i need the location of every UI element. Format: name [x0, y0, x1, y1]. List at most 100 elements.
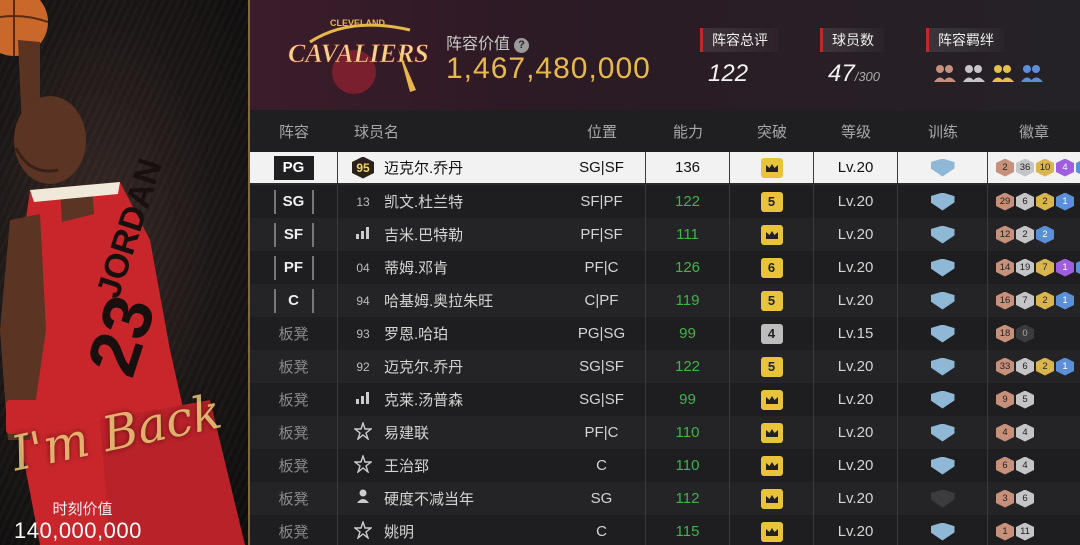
- table-row[interactable]: PF 04 蒂姆.邓肯 PF|C 126 6 Lv.20 14 19 7 1: [250, 251, 1080, 284]
- lineup-slot[interactable]: 板凳: [250, 416, 338, 449]
- badge-silver: 2: [1016, 225, 1034, 244]
- training-cell[interactable]: [898, 152, 988, 183]
- header-player-name[interactable]: 球员名: [338, 121, 558, 142]
- training-cell[interactable]: [898, 251, 988, 284]
- player-level: Lv.20: [814, 449, 898, 482]
- lineup-slot[interactable]: PG: [250, 152, 338, 183]
- training-cell[interactable]: [898, 515, 988, 545]
- header-position[interactable]: 位置: [558, 121, 646, 142]
- badge-silver: 6: [1016, 192, 1034, 211]
- table-row[interactable]: C 94 哈基姆.奥拉朱旺 C|PF 119 5 Lv.20 16 7 2 1: [250, 284, 1080, 317]
- lineup-slot[interactable]: 板凳: [250, 515, 338, 545]
- badges-cell[interactable]: 44: [988, 423, 1080, 442]
- table-row[interactable]: PG 95 迈克尔.乔丹 SG|SF 136 Lv.20 2 36 10 4: [250, 152, 1080, 185]
- lineup-slot[interactable]: C: [250, 284, 338, 317]
- badges-cell[interactable]: 16 7 2 1: [988, 291, 1080, 310]
- player-name-cell[interactable]: 94 哈基姆.奥拉朱旺: [338, 290, 558, 312]
- lineup-slot[interactable]: 板凳: [250, 350, 338, 383]
- training-cell[interactable]: [898, 449, 988, 482]
- badge-bronze: 6: [996, 456, 1014, 475]
- badges-cell[interactable]: 18 0: [988, 324, 1080, 343]
- training-cell[interactable]: [898, 383, 988, 416]
- badges-cell[interactable]: 14 19 7 1: [988, 258, 1080, 277]
- player-name-cell[interactable]: 吉米.巴特勒: [338, 224, 558, 246]
- bond-stat[interactable]: 阵容羁绊: [926, 28, 1045, 84]
- player-name-cell[interactable]: 93 罗恩.哈珀: [338, 323, 558, 345]
- breakthrough-cell[interactable]: [730, 482, 814, 515]
- player-name-cell[interactable]: 04 蒂姆.邓肯: [338, 257, 558, 279]
- badges-cell[interactable]: 29 6 2 1: [988, 192, 1080, 211]
- bond-silver-icon[interactable]: [961, 62, 987, 84]
- badges-cell[interactable]: 12 2 2: [988, 225, 1080, 244]
- bond-bronze-icon[interactable]: [932, 62, 958, 84]
- player-name-cell[interactable]: 13 凯文.杜兰特: [338, 191, 558, 213]
- player-card[interactable]: JORDAN 23 I'm Back 时刻价值 140,000,000: [0, 0, 250, 545]
- bond-icons[interactable]: [932, 62, 1045, 84]
- breakthrough-cell[interactable]: [730, 218, 814, 251]
- breakthrough-cell[interactable]: [730, 152, 814, 183]
- training-cell[interactable]: [898, 482, 988, 515]
- training-cell[interactable]: [898, 185, 988, 218]
- breakthrough-cell[interactable]: [730, 383, 814, 416]
- badges-cell[interactable]: 1 11: [988, 522, 1080, 541]
- badges-cell[interactable]: 64: [988, 456, 1080, 475]
- header-training[interactable]: 训练: [898, 121, 988, 142]
- table-row[interactable]: 板凳 92 迈克尔.乔丹 SG|SF 122 5 Lv.20 33 6 2 1: [250, 350, 1080, 383]
- training-cell[interactable]: [898, 218, 988, 251]
- crown-icon: [760, 422, 783, 443]
- badges-cell[interactable]: 36: [988, 489, 1080, 508]
- header-breakthrough[interactable]: 突破: [730, 121, 814, 142]
- lineup-slot[interactable]: SG: [250, 185, 338, 218]
- training-cell[interactable]: [898, 350, 988, 383]
- breakthrough-cell[interactable]: 4: [730, 317, 814, 350]
- lineup-slot[interactable]: 板凳: [250, 383, 338, 416]
- lineup-slot[interactable]: 板凳: [250, 317, 338, 350]
- breakthrough-cell[interactable]: 5: [730, 185, 814, 218]
- training-cell[interactable]: [898, 284, 988, 317]
- header-lineup[interactable]: 阵容: [250, 121, 338, 142]
- badges-cell[interactable]: 2 36 10 4: [988, 158, 1080, 177]
- bench-label: 板凳: [278, 458, 309, 475]
- bond-blue-icon[interactable]: [1019, 62, 1045, 84]
- training-cell[interactable]: [898, 416, 988, 449]
- breakthrough-cell[interactable]: [730, 515, 814, 545]
- lineup-slot[interactable]: 板凳: [250, 482, 338, 515]
- table-row[interactable]: 板凳 易建联 PF|C 110 Lv.20 4 4: [250, 416, 1080, 449]
- table-row[interactable]: 板凳 王治郅 C 110 Lv.20 6 4: [250, 449, 1080, 482]
- breakthrough-cell[interactable]: 6: [730, 251, 814, 284]
- badges-cell[interactable]: 95: [988, 390, 1080, 409]
- bond-gold-icon[interactable]: [990, 62, 1016, 84]
- table-row[interactable]: SF 吉米.巴特勒 PF|SF 111 Lv.20 12 2 2: [250, 218, 1080, 251]
- training-cell[interactable]: [898, 317, 988, 350]
- header-badges[interactable]: 徽章: [988, 121, 1080, 142]
- badges-cell[interactable]: 33 6 2 1: [988, 357, 1080, 376]
- crown-icon: [760, 389, 783, 410]
- breakthrough-cell[interactable]: [730, 449, 814, 482]
- header-level[interactable]: 等级: [814, 121, 898, 142]
- table-row[interactable]: 板凳 姚明 C 115 Lv.20 1 11: [250, 515, 1080, 545]
- table-row[interactable]: SG 13 凯文.杜兰特 SF|PF 122 5 Lv.20 29 6 2 1: [250, 185, 1080, 218]
- table-row[interactable]: 板凳 克莱.汤普森 SG|SF 99 Lv.20 9 5: [250, 383, 1080, 416]
- player-name-cell[interactable]: 姚明: [338, 519, 558, 543]
- player-name-cell[interactable]: 硬度不减当年: [338, 488, 558, 510]
- player-name-cell[interactable]: 92 迈克尔.乔丹: [338, 356, 558, 378]
- badge-purple: 1: [1056, 258, 1074, 277]
- lineup-slot[interactable]: PF: [250, 251, 338, 284]
- player-position: C: [558, 449, 646, 482]
- lineup-slot[interactable]: 板凳: [250, 449, 338, 482]
- position-slot-badge: SF: [273, 222, 314, 247]
- shield-icon: [930, 423, 955, 442]
- breakthrough-cell[interactable]: [730, 416, 814, 449]
- header-ability[interactable]: 能力: [646, 121, 730, 142]
- player-name-cell[interactable]: 易建联: [338, 420, 558, 444]
- shield-icon: [930, 324, 955, 343]
- player-name-cell[interactable]: 克莱.汤普森: [338, 389, 558, 411]
- help-icon[interactable]: ?: [514, 38, 530, 53]
- player-name-cell[interactable]: 95 迈克尔.乔丹: [338, 156, 558, 179]
- table-row[interactable]: 板凳 93 罗恩.哈珀 PG|SG 99 4 Lv.15 18 0: [250, 317, 1080, 350]
- lineup-slot[interactable]: SF: [250, 218, 338, 251]
- table-row[interactable]: 板凳 硬度不减当年 SG 112 Lv.20 3 6: [250, 482, 1080, 515]
- player-name-cell[interactable]: 王治郅: [338, 453, 558, 477]
- breakthrough-cell[interactable]: 5: [730, 284, 814, 317]
- breakthrough-cell[interactable]: 5: [730, 350, 814, 383]
